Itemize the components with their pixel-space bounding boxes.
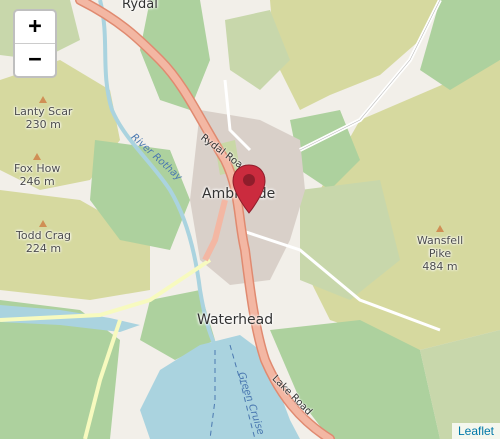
leaflet-link[interactable]: Leaflet: [458, 424, 494, 438]
peak-icon: [39, 220, 48, 227]
place-rydal: Rydal: [122, 0, 158, 12]
place-waterhead: Waterhead: [197, 312, 274, 328]
attribution: Leaflet: [451, 423, 500, 439]
peak-todd-crag: Todd Crag 224 m: [16, 220, 71, 255]
peak-name: Todd Crag: [16, 229, 71, 242]
peak-elevation: 484 m: [422, 260, 458, 273]
zoom-in-button[interactable]: +: [15, 11, 55, 43]
zoom-out-button[interactable]: −: [15, 43, 55, 76]
peak-elevation: 246 m: [19, 175, 55, 188]
map-tiles[interactable]: [0, 0, 500, 439]
peak-elevation: 230 m: [25, 118, 61, 131]
peak-name: Lanty Scar: [14, 105, 73, 118]
zoom-control: + −: [13, 9, 57, 78]
peak-fox-how: Fox How 246 m: [14, 153, 60, 188]
peak-icon: [33, 153, 42, 160]
peak-lanty-scar: Lanty Scar 230 m: [14, 96, 72, 131]
peak-icon: [436, 225, 444, 232]
peak-name: Fox How: [14, 162, 61, 175]
peak-name: Wansfell Pike: [416, 234, 464, 260]
peak-wansfell-pike: Wansfell Pike 484 m: [412, 225, 468, 273]
map-container[interactable]: Lanty Scar 230 m Fox How 246 m Todd Crag…: [0, 0, 500, 439]
peak-elevation: 224 m: [25, 242, 62, 255]
peak-icon: [39, 96, 48, 103]
location-marker-icon[interactable]: [232, 164, 266, 214]
